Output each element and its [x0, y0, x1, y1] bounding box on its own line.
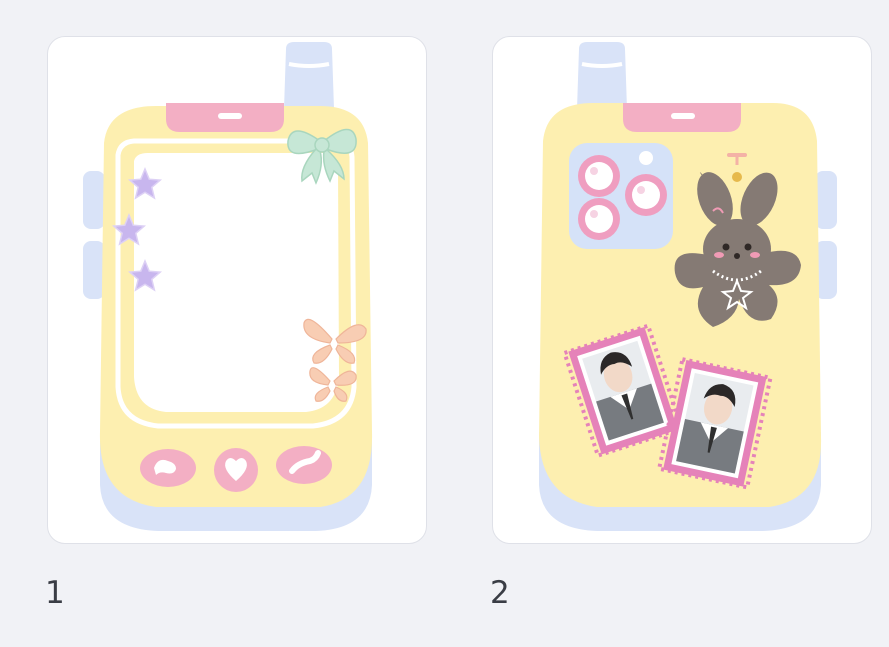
screen	[134, 153, 339, 412]
speaker-slot	[671, 113, 695, 119]
card-number-2: 2	[490, 575, 510, 611]
image-card-1[interactable]	[47, 36, 427, 544]
antenna	[577, 42, 627, 109]
side-button-upper	[83, 171, 105, 229]
speaker-slot	[218, 113, 242, 119]
side-button-upper	[815, 171, 837, 229]
side-button-lower	[83, 241, 105, 299]
camera-flash	[639, 151, 653, 165]
antenna	[284, 42, 334, 109]
image-card-2[interactable]	[492, 36, 872, 544]
flip-phone-back-image	[539, 42, 837, 531]
flip-phone-template-image	[83, 42, 373, 531]
card-number-1: 1	[45, 575, 65, 611]
camera-module	[569, 143, 673, 249]
image-grid: 1 2	[0, 0, 889, 647]
